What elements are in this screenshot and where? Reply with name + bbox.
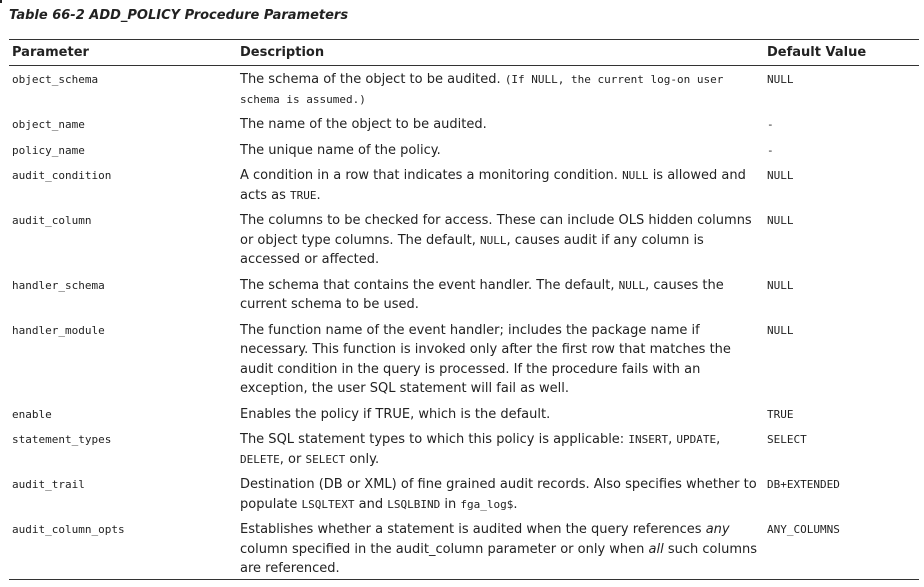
- default-value: NULL: [767, 323, 794, 337]
- parameter-description: A condition in a row that indicates a mo…: [237, 162, 764, 207]
- description-text: The schema of the object to be audited.: [240, 72, 505, 87]
- table-row: handler_schema The schema that contains t…: [9, 272, 919, 317]
- header-row: Parameter Description Default Value: [9, 39, 919, 66]
- description-text: .: [316, 187, 321, 203]
- description-text: , or: [279, 451, 306, 467]
- description-text: Establishes whether a statement is audit…: [240, 522, 706, 537]
- code-text: UPDATE: [676, 433, 717, 446]
- default-value: NULL: [767, 214, 794, 227]
- code-text: DELETE: [240, 452, 280, 466]
- parameter-name: enable: [12, 407, 52, 421]
- parameter-name: audit_condition: [12, 169, 112, 182]
- parameters-table: Parameter Description Default Value obje…: [9, 39, 919, 580]
- default-value: NULL: [767, 278, 794, 292]
- parameter-description: The function name of the event handler; …: [237, 317, 764, 401]
- parameter-description: Enables the policy if TRUE, which is the…: [237, 401, 764, 427]
- description-text: in: [440, 496, 461, 512]
- default-value: -: [767, 143, 774, 157]
- table-row: audit_column The columns to be checked fo…: [9, 207, 919, 272]
- table-row: audit_column_opts Establishes whether a s…: [9, 516, 919, 580]
- table-row: policy_name The unique name of the policy…: [9, 137, 919, 163]
- code-text: SELECT: [305, 452, 346, 466]
- code-text: NULL: [622, 169, 649, 182]
- description-text: A condition in a row that indicates a mo…: [240, 168, 623, 183]
- code-text: LSQLBIND: [387, 497, 441, 511]
- parameter-name: handler_schema: [12, 278, 105, 292]
- parameter-description: Destination (DB or XML) of fine grained …: [237, 471, 764, 516]
- parameter-name: audit_column_opts: [9, 516, 237, 580]
- default-value: ANY_COLUMNS: [764, 516, 919, 580]
- default-value: NULL: [767, 169, 794, 182]
- code-text: LSQLTEXT: [301, 497, 355, 511]
- default-value: NULL: [767, 73, 794, 86]
- parameter-name: object_schema: [12, 73, 99, 86]
- parameter-description: The SQL statement types to which this po…: [237, 426, 764, 471]
- table-row: statement_types The SQL statement types t…: [9, 426, 919, 471]
- table-row: object_schema The schema of the object to…: [9, 66, 919, 112]
- parameter-name: handler_module: [12, 323, 105, 337]
- code-text: NULL: [618, 278, 646, 292]
- parameter-description: The unique name of the policy.: [237, 137, 764, 163]
- description-text: The SQL statement types to which this po…: [240, 432, 629, 447]
- code-text: NULL: [480, 233, 507, 247]
- parameter-description: The columns to be checked for access. Th…: [237, 207, 764, 272]
- default-value: TRUE: [767, 407, 794, 421]
- header-description: Description: [237, 39, 764, 66]
- description-text: The name of the object to be audited.: [240, 117, 487, 132]
- description-text: Enables the policy if TRUE, which is the…: [240, 406, 551, 422]
- description-text: ,: [716, 432, 721, 447]
- default-value: -: [767, 118, 774, 131]
- header-parameter: Parameter: [9, 39, 237, 66]
- description-text: The schema that contains the event handl…: [240, 277, 619, 293]
- code-text: fga_log$: [460, 497, 514, 511]
- description-text: and: [354, 496, 388, 512]
- parameter-description: The schema that contains the event handl…: [237, 272, 764, 317]
- description-text: The function name of the event handler; …: [240, 322, 731, 397]
- table-row: audit_trail Destination (DB or XML) of fi…: [9, 471, 919, 516]
- parameter-description: Establishes whether a statement is audit…: [237, 516, 764, 580]
- table-row: object_name The name of the object to be …: [9, 111, 919, 137]
- parameter-name: audit_trail: [12, 478, 85, 491]
- default-value: DB+EXTENDED: [767, 478, 840, 491]
- header-default-value: Default Value: [764, 39, 919, 66]
- table-row: enable Enables the policy if TRUE, which …: [9, 401, 919, 427]
- table-row: audit_condition A condition in a row that…: [9, 162, 919, 207]
- emphasis-text: any: [705, 522, 730, 537]
- parameter-description: The name of the object to be audited.: [237, 111, 764, 137]
- parameter-description: The schema of the object to be audited. …: [237, 66, 764, 112]
- parameter-name: policy_name: [12, 143, 85, 157]
- description-text: column specified in the audit_column par…: [240, 541, 649, 557]
- default-value: SELECT: [767, 433, 807, 446]
- emphasis-text: all: [648, 541, 664, 557]
- table-caption: Table 66-2 ADD_POLICY Procedure Paramete…: [9, 8, 349, 23]
- description-text: only.: [345, 451, 380, 467]
- corner-mark: [0, 0, 2, 3]
- description-text: .: [513, 496, 518, 512]
- code-text: TRUE: [290, 188, 317, 202]
- parameter-name: audit_column: [12, 214, 92, 227]
- description-text: The unique name of the policy.: [240, 142, 441, 158]
- table-row: handler_module The function name of the e…: [9, 317, 919, 401]
- code-text: INSERT: [628, 433, 669, 446]
- parameter-name: object_name: [12, 118, 85, 131]
- parameter-name: statement_types: [12, 433, 112, 446]
- table-body: object_schema The schema of the object to…: [9, 66, 919, 580]
